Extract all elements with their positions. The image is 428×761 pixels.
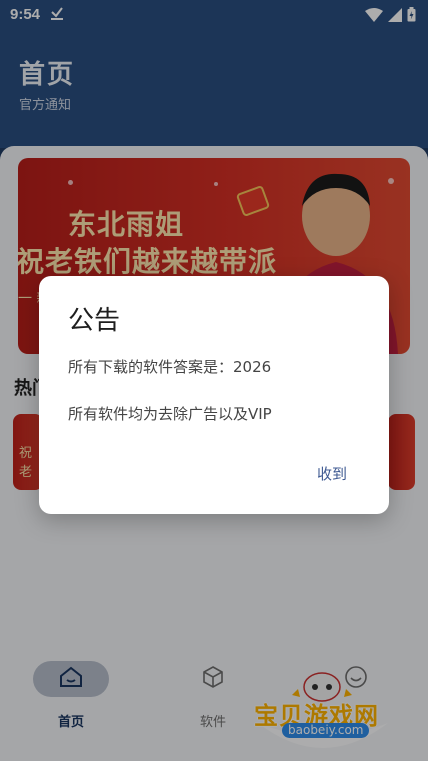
announcement-dialog: 公告 所有下载的软件答案是：2026 所有软件均为去除广告以及VIP 收到 (39, 276, 389, 514)
dialog-message-ads: 所有软件均为去除广告以及VIP (68, 405, 272, 423)
dialog-message-answer: 所有下载的软件答案是：2026 (68, 358, 272, 376)
dialog-title: 公告 (68, 306, 121, 336)
confirm-button[interactable]: 收到 (299, 456, 365, 492)
